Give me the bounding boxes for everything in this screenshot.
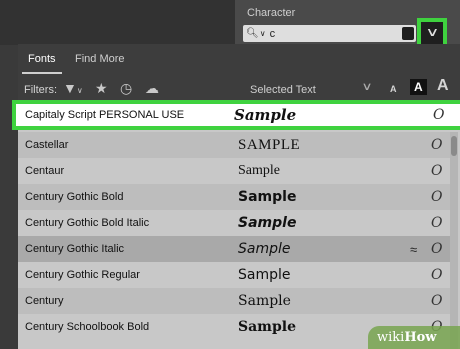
chevron-down-icon: ∨ bbox=[259, 29, 266, 38]
chevron-down-icon[interactable]: ∨ bbox=[361, 80, 372, 93]
font-list-scrollbar[interactable] bbox=[450, 132, 458, 349]
font-row[interactable]: Century Gothic Bold Italic Sample O bbox=[18, 210, 450, 236]
font-sample-preview: Sample bbox=[238, 189, 297, 205]
font-search-value: c bbox=[269, 27, 276, 40]
font-name: Centaur bbox=[25, 165, 65, 177]
chevron-down-icon: ∨ bbox=[424, 24, 440, 39]
cloud-check-icon[interactable]: ☁ bbox=[145, 80, 159, 96]
opentype-font-icon: O bbox=[431, 137, 443, 153]
document-background bbox=[0, 0, 235, 45]
preview-selected-text[interactable]: Selected Text bbox=[250, 84, 316, 96]
opentype-font-icon: O bbox=[431, 189, 443, 205]
font-row[interactable]: Century Sample O bbox=[18, 288, 450, 314]
filters-label: Filters: bbox=[24, 84, 57, 96]
font-row[interactable]: Castellar SAMPLE O bbox=[18, 132, 450, 158]
font-row[interactable]: Century Gothic Bold Sample O bbox=[18, 184, 450, 210]
font-sample-preview: Sample bbox=[238, 241, 291, 257]
font-row[interactable]: Centaur Sample O bbox=[18, 158, 450, 184]
clock-icon[interactable]: ◷ bbox=[120, 80, 132, 96]
font-name: Century Gothic Bold Italic bbox=[25, 217, 150, 229]
search-field-end bbox=[402, 27, 414, 40]
similar-fonts-icon[interactable]: ≈ bbox=[410, 242, 417, 257]
font-sample-preview: Sample bbox=[238, 293, 291, 309]
watermark-suffix: How bbox=[404, 330, 437, 345]
opentype-font-icon: O bbox=[431, 267, 443, 283]
star-icon[interactable]: ★ bbox=[95, 80, 108, 96]
opentype-font-icon: O bbox=[431, 293, 443, 309]
font-row-selected[interactable]: Capitaly Script PERSONAL USE Sample O bbox=[12, 100, 460, 130]
font-name: Century Gothic Regular bbox=[25, 269, 140, 281]
tab-fonts[interactable]: Fonts bbox=[28, 53, 56, 65]
font-sample-preview: Sample bbox=[238, 163, 280, 178]
search-icon: 🔍︎ bbox=[246, 28, 259, 39]
font-list-popup: Fonts Find More Filters: ▼∨ ★ ◷ ☁ Select… bbox=[12, 44, 460, 349]
font-name: Capitaly Script PERSONAL USE bbox=[25, 109, 185, 121]
active-tab-indicator bbox=[22, 72, 62, 74]
font-list-header: Fonts Find More Filters: ▼∨ ★ ◷ ☁ Select… bbox=[18, 44, 460, 100]
preview-size-large-button[interactable]: A bbox=[437, 77, 449, 95]
opentype-font-icon: O bbox=[431, 163, 443, 179]
font-sample-preview: Sample bbox=[238, 319, 297, 335]
font-sample-preview: Sample bbox=[238, 215, 297, 231]
font-row[interactable]: Century Gothic Italic Sample ≈ O bbox=[18, 236, 450, 262]
font-name: Century Schoolbook Bold bbox=[25, 321, 150, 333]
opentype-font-icon: O bbox=[431, 215, 443, 231]
preview-size-small-button[interactable]: A bbox=[390, 84, 397, 94]
opentype-font-icon: O bbox=[431, 241, 443, 257]
font-sample-preview: Sample bbox=[234, 106, 297, 124]
font-sample-preview: SAMPLE bbox=[238, 136, 301, 153]
font-search-input[interactable]: 🔍︎ ∨ c bbox=[243, 25, 416, 42]
font-name: Century Gothic Bold bbox=[25, 191, 124, 203]
font-sample-preview: Sample bbox=[238, 267, 291, 283]
wikihow-watermark: wiki How bbox=[368, 326, 460, 349]
scrollbar-thumb[interactable] bbox=[451, 136, 457, 156]
preview-size-medium-button[interactable]: A bbox=[410, 79, 427, 95]
tab-find-more[interactable]: Find More bbox=[75, 53, 125, 65]
font-name: Century bbox=[25, 295, 64, 307]
watermark-prefix: wiki bbox=[377, 330, 405, 345]
font-name: Century Gothic Italic bbox=[25, 243, 125, 255]
filter-icon[interactable]: ▼∨ bbox=[63, 80, 83, 99]
opentype-font-icon: O bbox=[433, 107, 445, 123]
font-row[interactable]: Century Gothic Regular Sample O bbox=[18, 262, 450, 288]
font-name: Castellar bbox=[25, 139, 69, 151]
character-panel-title: Character bbox=[247, 7, 296, 19]
